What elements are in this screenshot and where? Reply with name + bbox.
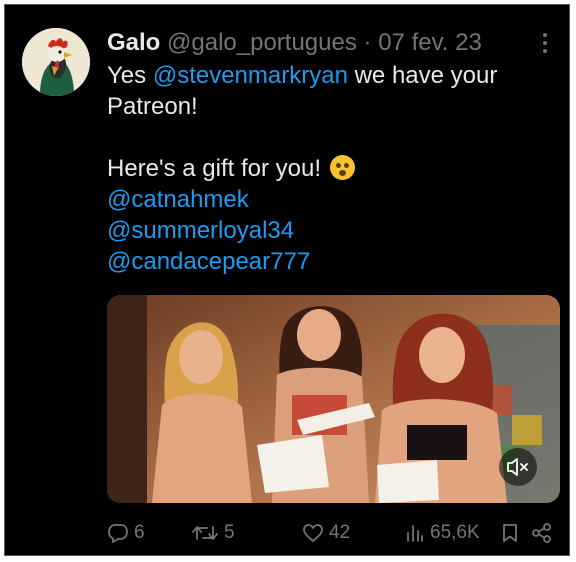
video-media[interactable]: [107, 295, 560, 503]
view-count: 65,6K: [430, 522, 480, 543]
more-options-button[interactable]: [535, 30, 555, 58]
text-line1-suffix: we have your: [347, 62, 498, 89]
bookmark-icon: [503, 524, 517, 542]
separator: ·: [363, 29, 372, 56]
tweet-date[interactable]: 07 fev. 23: [378, 29, 482, 56]
like-count: 42: [329, 522, 351, 543]
like-button[interactable]: 42: [302, 520, 350, 546]
display-name[interactable]: Galo: [107, 29, 160, 56]
repost-count: 5: [224, 522, 235, 543]
muted-speaker-icon: [507, 458, 528, 476]
views-button[interactable]: 65,6K: [405, 520, 480, 546]
more-options-icon: [543, 33, 547, 37]
repost-icon: [192, 526, 218, 540]
tweet-header: Galo @galo_portugues · 07 fev. 23: [107, 29, 482, 57]
video-thumbnail: [107, 295, 560, 503]
text-line2: Patreon!: [107, 93, 198, 120]
mention-link[interactable]: @summerloyal34: [107, 217, 294, 244]
handle[interactable]: @galo_portugues: [167, 29, 357, 56]
share-button[interactable]: [531, 520, 558, 546]
tweet-text: Yes @stevenmarkryan we have your Patreon…: [107, 60, 557, 277]
heart-icon: [303, 524, 323, 542]
mute-button[interactable]: [499, 448, 537, 486]
text-line4: Here's a gift for you!: [107, 155, 322, 182]
mention-link[interactable]: @candacepear777: [107, 248, 310, 275]
views-chart-icon: [407, 525, 423, 542]
tweet-actions: 6 5 42 65,6K: [107, 520, 557, 546]
rooster-avatar-icon: [22, 28, 90, 96]
mention-link[interactable]: @catnahmek: [107, 186, 249, 213]
text-line1-prefix: Yes: [107, 62, 153, 89]
bookmark-button[interactable]: [500, 520, 525, 546]
reply-button[interactable]: 6: [107, 520, 145, 546]
avatar[interactable]: [22, 28, 90, 96]
mention-link[interactable]: @stevenmarkryan: [153, 62, 348, 89]
flushed-face-emoji-icon: [329, 155, 355, 180]
reply-icon: [108, 524, 128, 543]
repost-button[interactable]: 5: [191, 520, 235, 546]
reply-count: 6: [134, 522, 145, 543]
share-icon: [532, 523, 551, 543]
